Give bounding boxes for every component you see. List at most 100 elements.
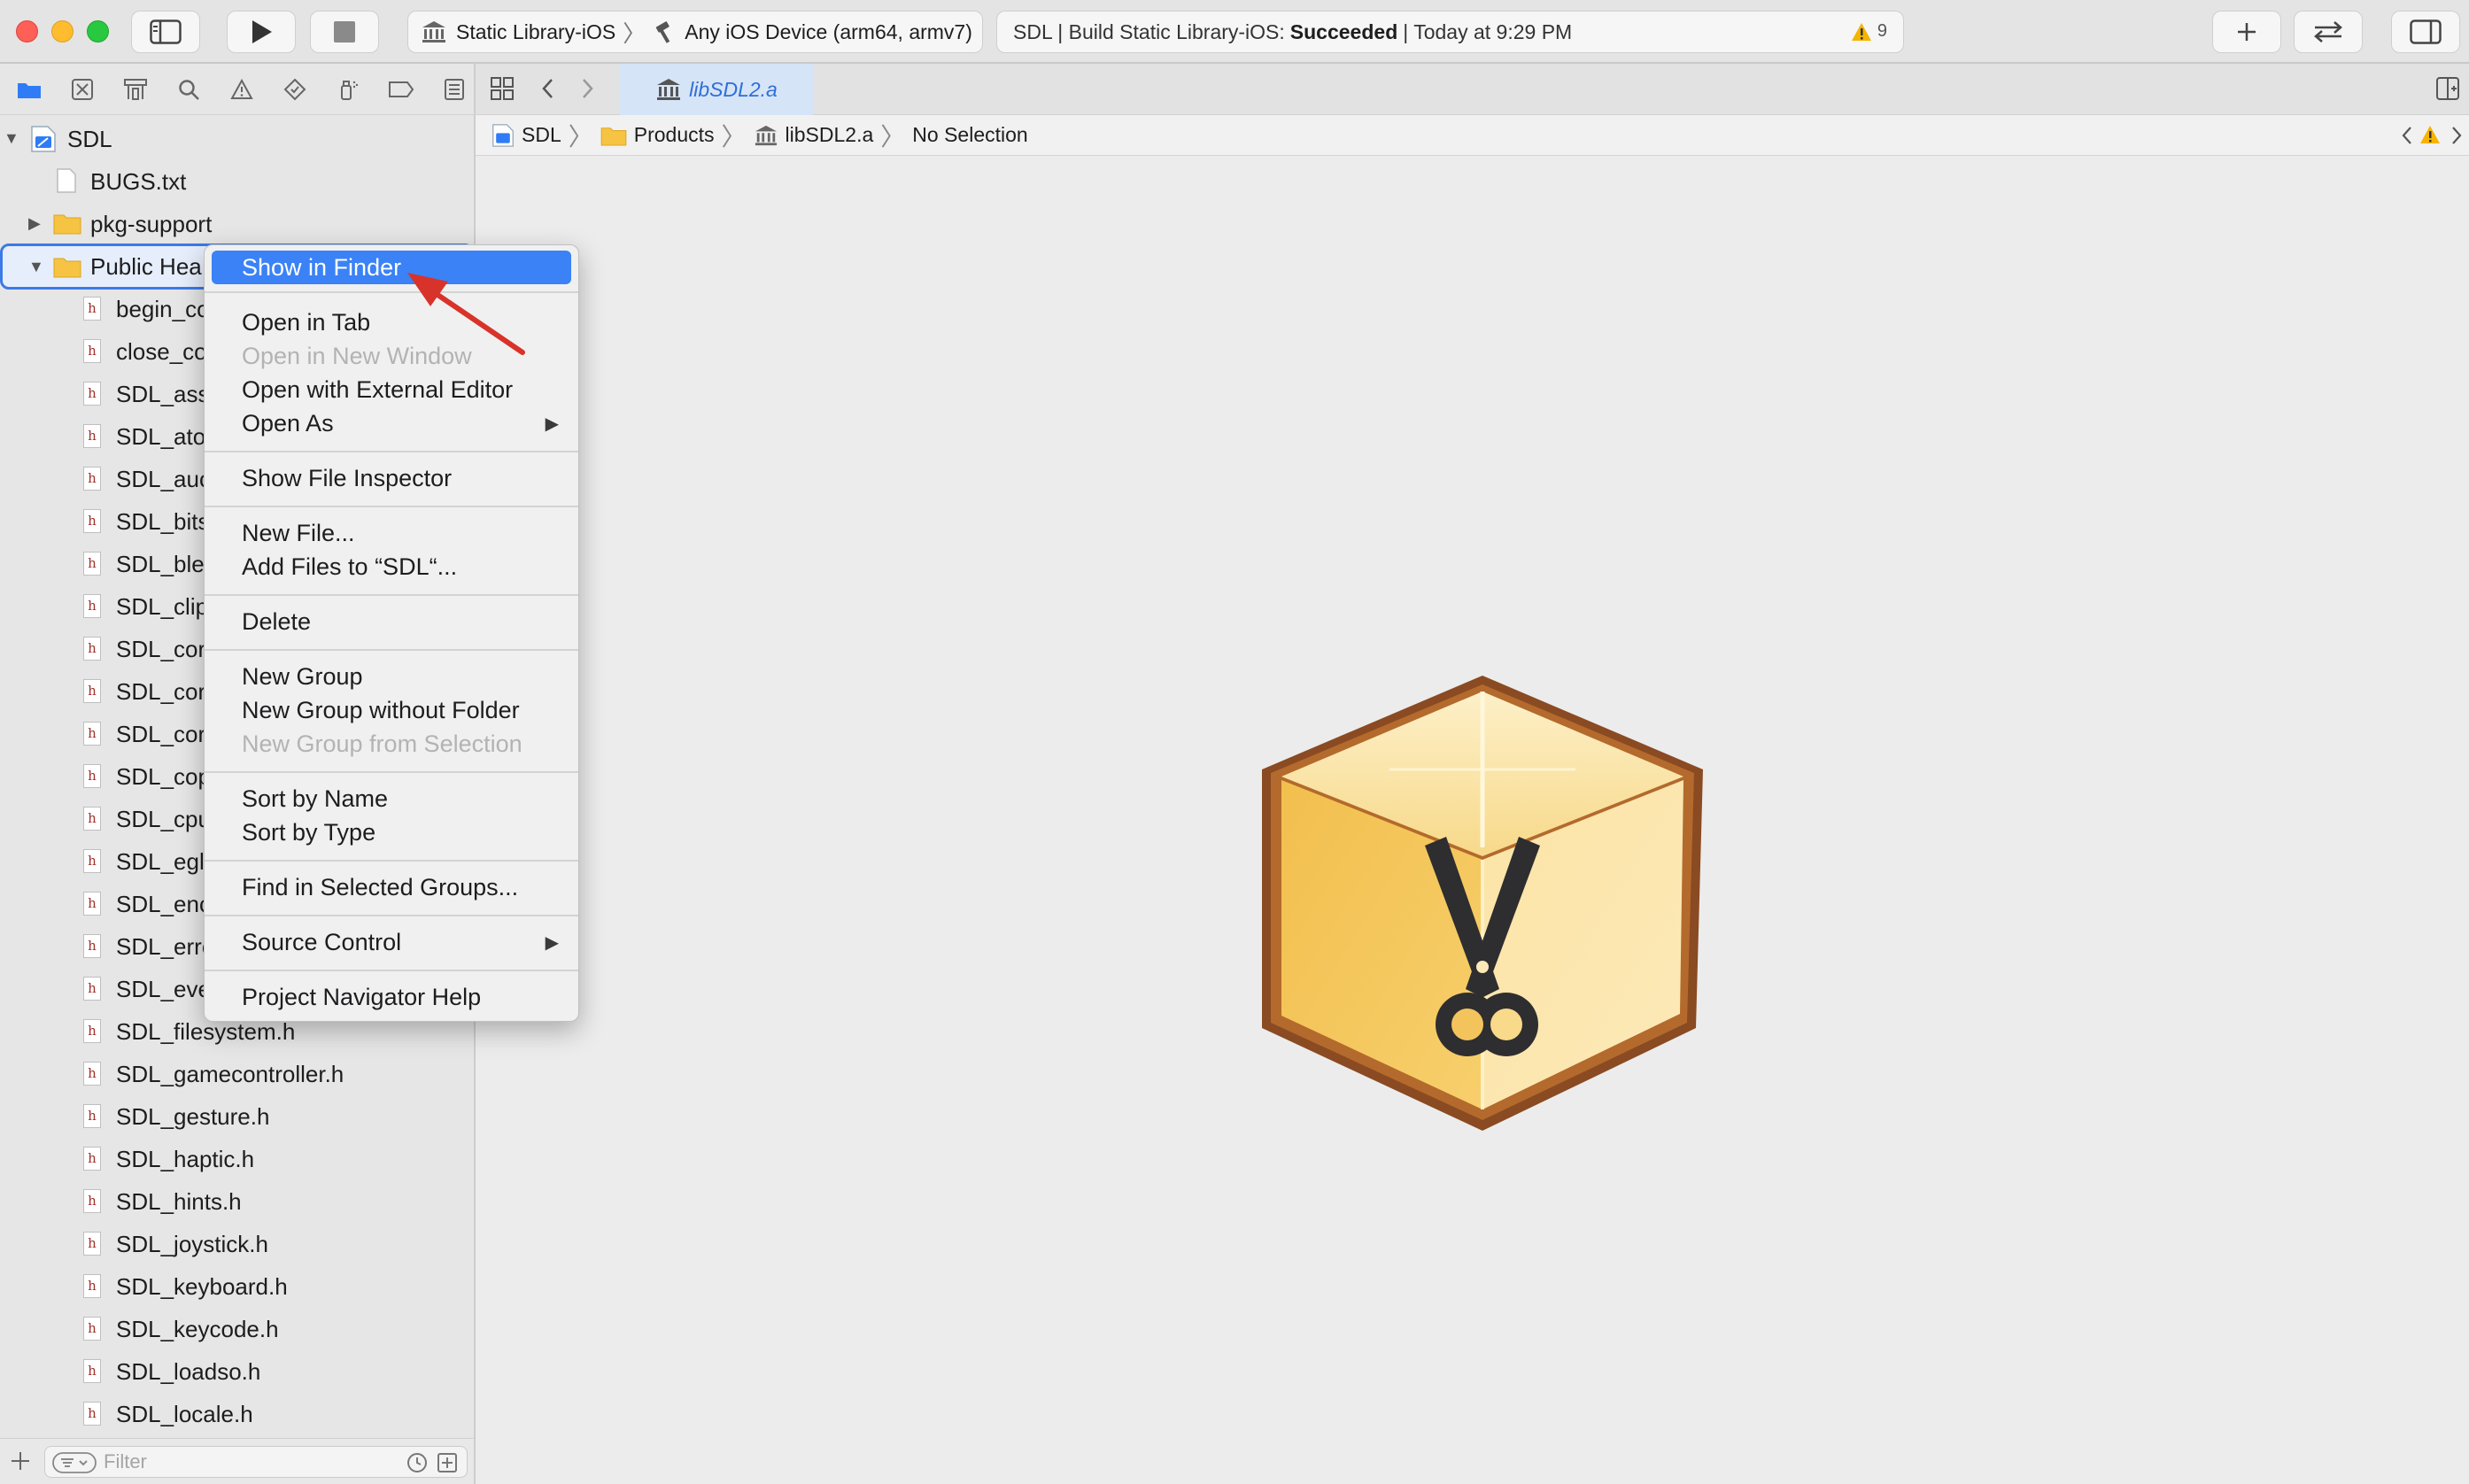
menu-item-new-file[interactable]: New File... xyxy=(212,516,571,550)
status-result: Succeeded xyxy=(1289,19,1398,43)
add-plus-icon[interactable] xyxy=(9,1449,32,1477)
breadcrumb-label: libSDL2.a xyxy=(785,123,874,146)
tab-issue-navigator[interactable] xyxy=(221,69,262,110)
tree-row-header-file[interactable]: h SDL_haptic.h xyxy=(0,1138,474,1180)
tree-row-header-file[interactable]: h SDL_keycode.h xyxy=(0,1308,474,1350)
menu-item-sort-by-name[interactable]: Sort by Name xyxy=(212,782,571,815)
close-window-button[interactable] xyxy=(16,20,38,43)
tree-label: SDL_cor xyxy=(116,635,206,662)
menu-item-new-group-without-folder[interactable]: New Group without Folder xyxy=(212,693,571,727)
header-file-icon: h xyxy=(83,594,101,618)
menu-item-label: New File... xyxy=(242,519,355,546)
tree-row-header-file[interactable]: h SDL_gamecontroller.h xyxy=(0,1053,474,1095)
run-button[interactable] xyxy=(227,11,296,53)
recent-files-clock-icon[interactable] xyxy=(406,1452,428,1479)
code-review-button[interactable] xyxy=(2294,11,2363,53)
next-issue-icon[interactable] xyxy=(2450,124,2464,152)
breadcrumb-group[interactable]: Products xyxy=(600,123,715,147)
breadcrumb-selection[interactable]: No Selection xyxy=(912,123,1027,147)
menu-item-open-with-external-editor[interactable]: Open with External Editor xyxy=(212,373,571,406)
menu-item-label: Delete xyxy=(242,607,312,635)
menu-separator xyxy=(205,970,578,971)
menu-item-open-as[interactable]: Open As ▶ xyxy=(212,406,571,440)
source-control-filter-icon[interactable] xyxy=(437,1452,458,1479)
menu-item-new-group-from-selection: New Group from Selection xyxy=(212,727,571,761)
tree-label: close_co xyxy=(116,337,207,365)
header-file-icon: h xyxy=(83,509,101,533)
menu-item-delete[interactable]: Delete xyxy=(212,605,571,638)
tab-label: libSDL2.a xyxy=(689,77,778,101)
tree-label: SDL_bits xyxy=(116,507,210,535)
stop-button[interactable] xyxy=(310,11,379,53)
tree-row-header-file[interactable]: h SDL_keyboard.h xyxy=(0,1265,474,1308)
previous-issue-icon[interactable] xyxy=(2400,124,2414,152)
back-chevron-icon[interactable] xyxy=(539,76,557,105)
header-file-icon: h xyxy=(83,467,101,491)
tree-row-header-file[interactable]: h SDL_locale.h xyxy=(0,1393,474,1435)
tab-debug-navigator[interactable] xyxy=(328,69,368,110)
header-file-icon: h xyxy=(83,1402,101,1426)
tab-report-navigator[interactable] xyxy=(434,69,475,110)
tab-breakpoint-navigator[interactable] xyxy=(381,69,422,110)
menu-separator xyxy=(205,594,578,596)
menu-item-label: Open with External Editor xyxy=(242,375,514,403)
tree-label: SDL_keyboard.h xyxy=(116,1272,288,1300)
tree-row-file[interactable]: BUGS.txt xyxy=(0,160,474,203)
tab-find-navigator[interactable] xyxy=(168,69,209,110)
menu-item-source-control[interactable]: Source Control ▶ xyxy=(212,925,571,959)
tab-libsdl2[interactable]: libSDL2.a xyxy=(620,64,813,115)
menu-item-add-files[interactable]: Add Files to “SDL“... xyxy=(212,550,571,584)
add-editor-icon[interactable] xyxy=(2435,76,2460,105)
related-items-grid-icon[interactable] xyxy=(490,76,515,105)
tree-row-header-file[interactable]: h SDL_gesture.h xyxy=(0,1095,474,1138)
sidebar-left-icon xyxy=(150,19,182,44)
tab-symbol-navigator[interactable] xyxy=(115,69,156,110)
menu-separator xyxy=(205,451,578,452)
header-file-icon: h xyxy=(83,892,101,916)
folder-icon xyxy=(18,82,41,98)
tree-label: pkg-support xyxy=(90,210,213,237)
tree-label: SDL_erro xyxy=(116,932,215,960)
tree-row-project[interactable]: ▼ SDL xyxy=(0,118,474,160)
filter-options-icon[interactable] xyxy=(52,1452,97,1479)
breadcrumb-label: SDL xyxy=(522,123,561,146)
toggle-navigator-button[interactable] xyxy=(131,11,200,53)
menu-item-project-navigator-help[interactable]: Project Navigator Help xyxy=(212,980,571,1014)
menu-item-find-in-selected-groups[interactable]: Find in Selected Groups... xyxy=(212,870,571,904)
filter-input[interactable]: Filter xyxy=(44,1446,468,1478)
tree-row-folder[interactable]: ▶ pkg-support xyxy=(0,203,474,245)
breadcrumb-file[interactable]: libSDL2.a xyxy=(754,123,874,147)
menu-item-sort-by-type[interactable]: Sort by Type xyxy=(212,815,571,849)
tree-row-header-file[interactable]: h SDL_loadso.h xyxy=(0,1350,474,1393)
forward-chevron-icon[interactable] xyxy=(578,76,596,105)
header-file-icon: h xyxy=(83,722,101,746)
filter-placeholder: Filter xyxy=(104,1450,147,1472)
toggle-inspector-button[interactable] xyxy=(2391,11,2460,53)
breadcrumb-project[interactable]: SDL xyxy=(491,123,561,148)
chevron-right-icon: 〉 xyxy=(721,122,747,151)
header-file-icon: h xyxy=(83,1062,101,1086)
tree-label: SDL_ble xyxy=(116,550,205,577)
menu-item-new-group[interactable]: New Group xyxy=(212,660,571,693)
tree-label: SDL_ato xyxy=(116,422,206,450)
zoom-window-button[interactable] xyxy=(87,20,109,43)
tree-row-header-file[interactable]: h SDL_hints.h xyxy=(0,1180,474,1223)
tab-source-control-navigator[interactable] xyxy=(62,69,103,110)
menu-separator xyxy=(205,860,578,862)
tree-row-header-file[interactable]: h SDL_joystick.h xyxy=(0,1223,474,1265)
breadcrumb-label: Products xyxy=(633,123,715,146)
header-file-icon: h xyxy=(83,1232,101,1256)
tree-label: SDL_cpu xyxy=(116,805,211,832)
tab-project-navigator[interactable] xyxy=(9,69,50,110)
tree-label: SDL_egl xyxy=(116,847,205,875)
tree-label: BUGS.txt xyxy=(90,167,187,195)
menu-item-show-file-inspector[interactable]: Show File Inspector xyxy=(212,461,571,495)
header-file-icon: h xyxy=(83,297,101,321)
scheme-selector[interactable]: Static Library-iOS 〉 Any iOS Device (arm… xyxy=(407,11,983,53)
library-add-button[interactable] xyxy=(2212,11,2281,53)
warning-icon[interactable] xyxy=(2419,125,2441,150)
minimize-window-button[interactable] xyxy=(51,20,74,43)
tree-label: begin_co xyxy=(116,295,210,322)
warning-badge[interactable]: 9 xyxy=(1851,21,1887,42)
tab-test-navigator[interactable] xyxy=(275,69,315,110)
